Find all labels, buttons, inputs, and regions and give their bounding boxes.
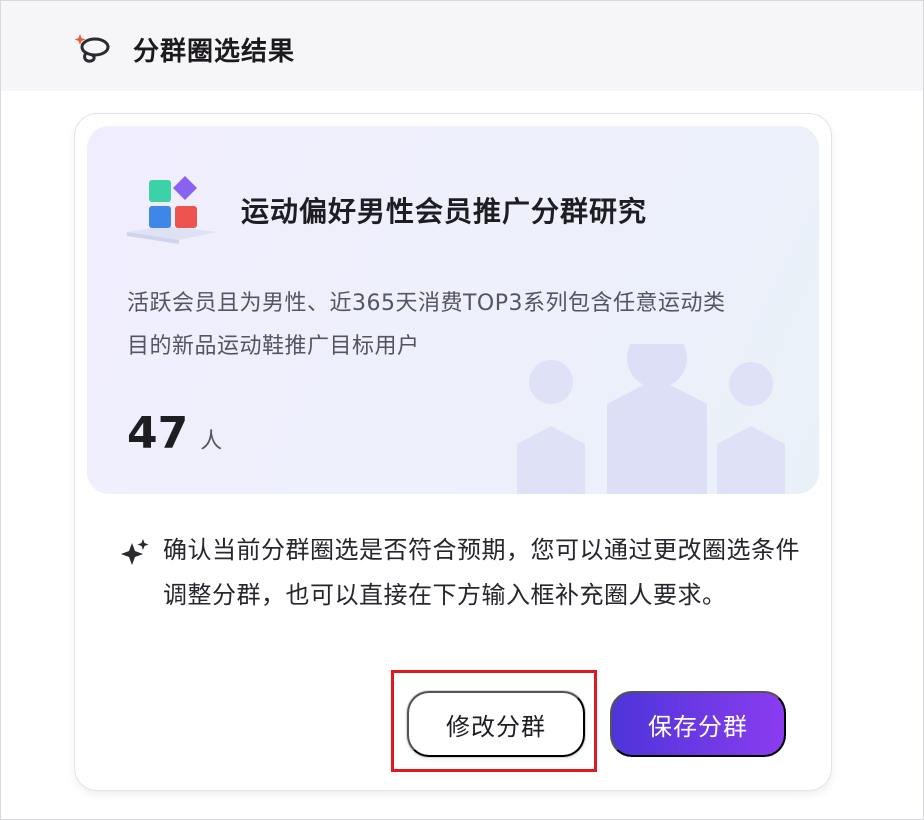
count-unit: 人 [200,429,223,454]
highlight-frame [391,670,597,772]
segment-summary: 运动偏好男性会员推广分群研究 活跃会员且为男性、近365天消费TOP3系列包含任… [87,126,819,494]
segment-description: 活跃会员且为男性、近365天消费TOP3系列包含任意运动类目的新品运动鞋推广目标… [127,291,726,359]
sparkle-icon [121,539,149,565]
page-title: 分群圈选结果 [133,37,296,67]
segment-name: 运动偏好男性会员推广分群研究 [241,195,648,228]
lasso-sparkle-icon [74,34,110,63]
confirmation-note: 确认当前分群圈选是否符合预期，您可以通过更改圈选条件调整分群，也可以直接在下方输… [163,536,800,609]
panel-header: 分群圈选结果 [1,1,923,91]
segment-count: 47 人 [127,408,222,459]
count-value: 47 [127,408,189,459]
save-segment-button[interactable]: 保存分群 [610,691,786,757]
result-panel: 分群圈选结果 运动偏好男性会员推广分群研究 活跃会员且为男性、近365天消费TO… [0,0,924,820]
blocks-icon [127,176,217,244]
